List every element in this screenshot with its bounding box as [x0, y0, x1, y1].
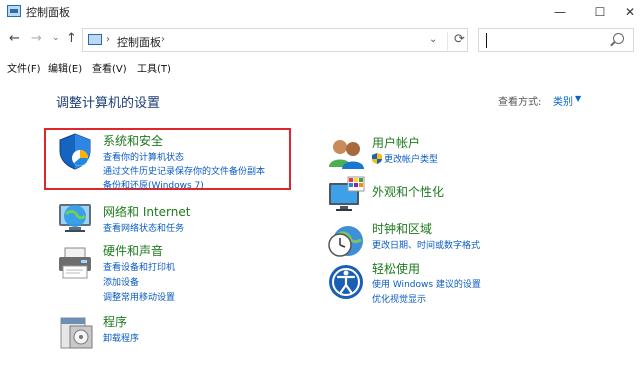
link-view-computer-status[interactable]: 查看你的计算机状态	[103, 150, 184, 163]
uac-shield-icon	[372, 153, 382, 164]
category-title-hardware-sound[interactable]: 硬件和声音	[103, 242, 163, 259]
link-mobility-settings[interactable]: 调整常用移动设置	[103, 290, 175, 303]
clock-globe-icon[interactable]	[326, 219, 366, 259]
link-optimize-visual-display[interactable]: 优化视觉显示	[372, 292, 426, 305]
view-by-chevron-icon[interactable]: ▼	[575, 94, 581, 103]
ease-access-icon[interactable]	[326, 262, 366, 302]
link-add-device[interactable]: 添加设备	[103, 275, 139, 288]
network-globe-icon[interactable]	[55, 198, 95, 238]
category-title-clock-region[interactable]: 时钟和区域	[372, 220, 432, 237]
recent-locations-chevron-icon[interactable]: ⌄	[52, 33, 60, 43]
category-title-system-security[interactable]: 系统和安全	[103, 132, 163, 149]
link-network-status[interactable]: 查看网络状态和任务	[103, 221, 184, 234]
window-title: 控制面板	[26, 6, 70, 19]
address-dropdown-icon[interactable]: ⌄	[429, 34, 437, 45]
text-caret	[486, 33, 487, 48]
category-title-network[interactable]: 网络和 Internet	[103, 203, 190, 220]
menu-file[interactable]: 文件(F)	[7, 60, 41, 75]
category-title-programs[interactable]: 程序	[103, 313, 127, 330]
breadcrumb-separator-icon[interactable]: ›	[161, 34, 165, 45]
control-panel-icon	[7, 5, 21, 17]
view-by-dropdown[interactable]: 类别	[553, 93, 573, 108]
page-title: 调整计算机的设置	[56, 96, 161, 111]
menu-view[interactable]: 查看(V)	[92, 60, 127, 75]
link-change-account-type[interactable]: 更改帐户类型	[384, 152, 438, 165]
up-button[interactable]: ↑	[66, 31, 77, 46]
monitor-palette-icon[interactable]	[326, 175, 366, 215]
menu-tools[interactable]: 工具(T)	[137, 60, 171, 75]
forward-button[interactable]: →	[31, 31, 42, 46]
shield-icon[interactable]	[55, 131, 95, 171]
menu-edit[interactable]: 编辑(E)	[48, 60, 82, 75]
category-title-appearance[interactable]: 外观和个性化	[372, 183, 444, 200]
address-bar[interactable]: › 控制面板 › ⌄ ⟳	[82, 28, 468, 52]
breadcrumb-separator-icon[interactable]: ›	[106, 34, 110, 45]
address-control-panel-icon	[88, 34, 102, 45]
view-by-label: 查看方式:	[498, 97, 542, 108]
breadcrumb-control-panel[interactable]: 控制面板	[117, 34, 161, 50]
back-button[interactable]: ←	[9, 31, 20, 46]
printer-icon[interactable]	[55, 244, 95, 284]
menu-bar: 文件(F) 编辑(E) 查看(V) 工具(T)	[0, 58, 640, 76]
link-backup-restore[interactable]: 备份和还原(Windows 7)	[103, 178, 204, 191]
refresh-icon[interactable]: ⟳	[447, 32, 465, 50]
users-icon[interactable]	[326, 133, 366, 173]
link-change-date-time-format[interactable]: 更改日期、时间或数字格式	[372, 238, 480, 251]
search-icon[interactable]	[613, 33, 624, 44]
title-bar: 控制面板 — ☐ ✕	[0, 0, 640, 24]
link-uninstall-program[interactable]: 卸载程序	[103, 331, 139, 344]
link-devices-printers[interactable]: 查看设备和打印机	[103, 260, 175, 273]
minimize-button[interactable]: —	[540, 0, 580, 24]
navigation-bar: ← → ⌄ ↑ › 控制面板 › ⌄ ⟳	[0, 26, 640, 54]
category-title-ease-of-access[interactable]: 轻松使用	[372, 260, 420, 277]
link-file-history-backup[interactable]: 通过文件历史记录保存你的文件备份副本	[103, 164, 265, 177]
programs-icon[interactable]	[57, 312, 97, 352]
category-title-user-accounts[interactable]: 用户帐户	[372, 134, 420, 151]
link-recommended-settings[interactable]: 使用 Windows 建议的设置	[372, 277, 481, 290]
search-input[interactable]	[478, 28, 634, 52]
close-button[interactable]: ✕	[610, 0, 640, 24]
